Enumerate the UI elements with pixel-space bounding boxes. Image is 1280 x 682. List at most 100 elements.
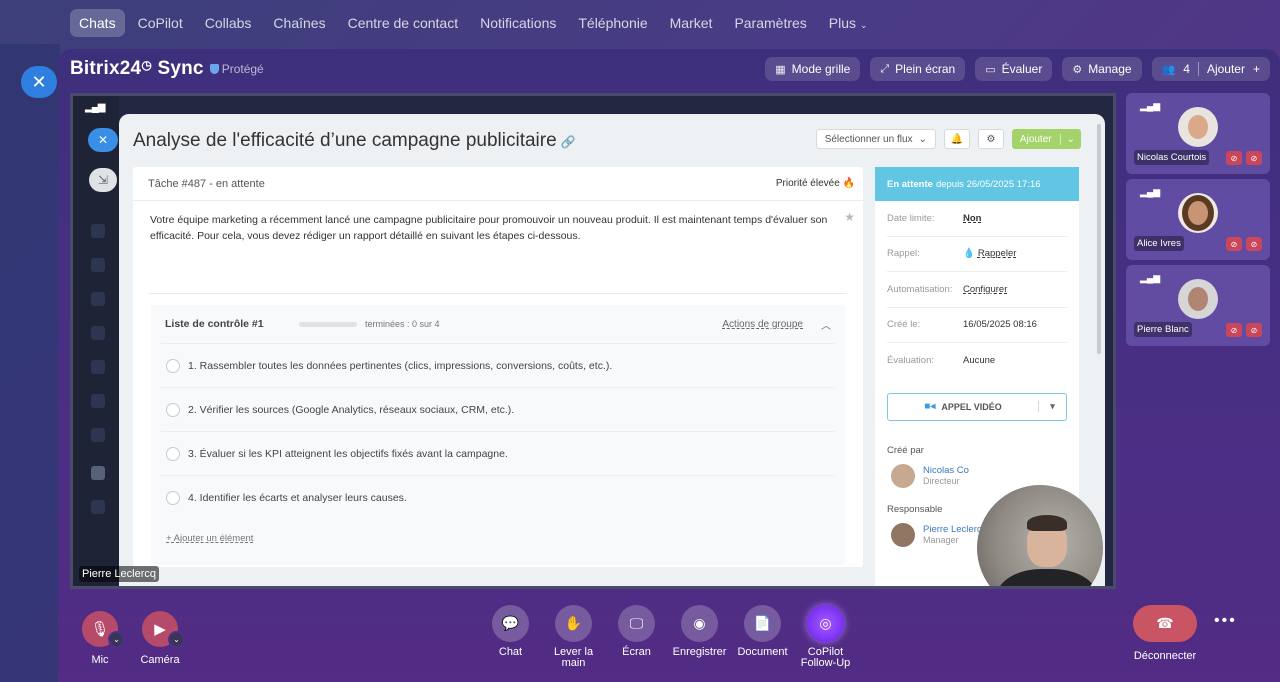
clock-icon: ◷: [141, 58, 152, 72]
raise-hand-button[interactable]: ✋ Lever la main: [554, 605, 593, 669]
checklist-item-label: 4. Identifier les écarts et analyser leu…: [188, 491, 407, 504]
brand-logo-text: Bitrix24: [70, 58, 142, 79]
task-header: Tâche #487 - en attente Priorité élevée …: [133, 167, 863, 201]
mic-control[interactable]: 🎙 ⌄ Mic: [80, 611, 125, 666]
participants-count: 4: [1183, 62, 1190, 76]
group-actions-link[interactable]: Actions de groupe: [722, 319, 803, 330]
avatar: [891, 463, 915, 488]
chevron-down-icon: ⌄: [918, 133, 927, 145]
automation-key: Automatisation:: [887, 283, 953, 295]
close-call-button[interactable]: ✕: [21, 66, 57, 98]
copilot-followup-button[interactable]: ◎ CoPilot Follow-Up: [801, 605, 850, 669]
video-call-main: ■◂ APPEL VIDÉO: [888, 401, 1038, 412]
reminder-key: Rappel:: [887, 248, 920, 260]
checklist-progress: terminées : 0 sur 4: [365, 319, 440, 329]
chevron-down-icon[interactable]: ⌄: [108, 631, 125, 648]
star-icon[interactable]: ★: [844, 209, 855, 225]
camera-control[interactable]: ▶ ⌄ Caméra: [140, 611, 185, 666]
status-label: En attente: [887, 178, 933, 190]
chevron-down-icon[interactable]: ⌄: [168, 631, 185, 648]
grid-mode-button[interactable]: ▦ Mode grille: [765, 57, 861, 81]
manage-button[interactable]: ⚙ Manage: [1062, 57, 1142, 81]
checkbox-circle[interactable]: [166, 490, 180, 505]
chevron-down-icon[interactable]: ▾: [1038, 401, 1066, 412]
automation-value[interactable]: Configurer: [963, 284, 1007, 295]
checklist: Liste de contrôle #1 terminées : 0 sur 4…: [151, 305, 845, 565]
participant-name: Pierre Blanc: [1134, 322, 1192, 337]
camera-off-icon: ⊘: [1226, 237, 1242, 251]
checklist-item-label: 3. Évaluer si les KPI atteignent les obj…: [188, 447, 508, 460]
top-navigation: Chats CoPilot Collabs Chaînes Centre de …: [70, 6, 876, 40]
creator-name[interactable]: Nicolas Co: [923, 465, 969, 476]
plus-icon: +: [1252, 62, 1260, 76]
task-add-button[interactable]: Ajouter ⌄: [1011, 129, 1081, 149]
bell-button[interactable]: 🔔: [943, 129, 970, 149]
nav-market[interactable]: Market: [661, 9, 722, 37]
fullscreen-button[interactable]: ⤢ Plein écran: [870, 57, 966, 81]
nav-chats[interactable]: Chats: [70, 9, 125, 37]
task-close-button[interactable]: ✕: [88, 128, 118, 152]
priority-badge[interactable]: Priorité élevée 🔥: [776, 178, 855, 189]
avatar: [1178, 279, 1218, 319]
reminder-value[interactable]: Rappeler: [978, 248, 1017, 259]
nav-settings[interactable]: Paramètres: [725, 9, 815, 37]
rate-button[interactable]: ▭ Évaluer: [975, 57, 1053, 81]
link-icon[interactable]: 🔗: [561, 135, 576, 149]
nav-telephony[interactable]: Téléphonie: [569, 9, 656, 37]
chat-button[interactable]: 💬 Chat: [492, 605, 529, 669]
document-icon: 📄: [744, 605, 781, 642]
nav-contact-center[interactable]: Centre de contact: [339, 9, 468, 37]
avatar-face: [1188, 287, 1208, 311]
self-hair: [1027, 515, 1067, 531]
sidebar-dot: [91, 360, 105, 374]
hand-icon: ✋: [555, 605, 592, 642]
sidebar-dot: [91, 428, 105, 442]
add-checklist-item-link[interactable]: + Ajouter un élément: [151, 519, 845, 558]
document-button[interactable]: 📄 Document: [737, 605, 788, 669]
screen-share-icon: 🖵: [618, 605, 655, 642]
deadline-key: Date limite:: [887, 212, 935, 224]
mute-indicators: ⊘ ⊘: [1226, 151, 1262, 165]
settings-button[interactable]: ⚙: [977, 129, 1004, 149]
chevron-down-icon[interactable]: ⌄: [1059, 133, 1081, 145]
status-since: depuis 26/05/2025 17:16: [935, 178, 1041, 190]
checkbox-circle[interactable]: [166, 446, 180, 461]
participant-tile[interactable]: ▂▄▆ Nicolas Courtois ⊘ ⊘: [1126, 93, 1270, 174]
more-options-icon[interactable]: •••: [1214, 612, 1237, 630]
raise-hand-label: Lever la main: [554, 647, 593, 669]
participant-tile[interactable]: ▂▄▆ Pierre Blanc ⊘ ⊘: [1126, 265, 1270, 346]
sidebar-dot: [91, 258, 105, 272]
mic-off-icon: ⊘: [1246, 151, 1262, 165]
record-button[interactable]: ◉ Enregistrer: [673, 605, 726, 669]
responsible-name[interactable]: Pierre Leclercq: [923, 524, 987, 535]
close-icon: ✕: [97, 133, 109, 147]
nav-notifications[interactable]: Notifications: [471, 9, 565, 37]
signal-icon: ▂▄▆: [1140, 101, 1161, 111]
disconnect-button[interactable]: ☎ Déconnecter: [1133, 605, 1197, 662]
checklist-item: 4. Identifier les écarts et analyser leu…: [161, 475, 835, 519]
sidebar-dot: [91, 500, 105, 514]
video-call-button[interactable]: ■◂ APPEL VIDÉO ▾: [887, 392, 1067, 421]
flux-select[interactable]: Sélectionner un flux ⌄: [815, 129, 936, 149]
deadline-value[interactable]: Non: [963, 213, 981, 224]
document-label: Document: [737, 646, 788, 658]
sidebar-dot: [91, 224, 105, 238]
task-title-text: Analyse de l'efficacité d’une campagne p…: [133, 130, 557, 151]
nav-chaines[interactable]: Chaînes: [264, 9, 334, 37]
mic-off-icon: ⊘: [1246, 237, 1262, 251]
participant-tile[interactable]: ▂▄▆ Alice Ivres ⊘ ⊘: [1126, 179, 1270, 260]
chevron-up-icon[interactable]: ︿: [821, 317, 831, 332]
scrollbar[interactable]: [1097, 124, 1101, 354]
nav-more[interactable]: Plus ⌄: [820, 9, 877, 37]
nav-copilot[interactable]: CoPilot: [129, 9, 192, 37]
screen-share-button[interactable]: 🖵 Écran: [618, 605, 655, 669]
checkbox-circle[interactable]: [166, 358, 180, 373]
participants-add-button[interactable]: 👥 4 Ajouter +: [1151, 57, 1270, 81]
media-controls: 🎙 ⌄ Mic ▶ ⌄ Caméra: [80, 611, 185, 666]
self-body: [997, 569, 1097, 586]
checkbox-circle[interactable]: [166, 402, 180, 417]
chat-icon: 💬: [492, 605, 529, 642]
task-minimize-button[interactable]: ⇲: [89, 168, 117, 192]
rating-value: Aucune: [963, 355, 996, 367]
nav-collabs[interactable]: Collabs: [196, 9, 261, 37]
